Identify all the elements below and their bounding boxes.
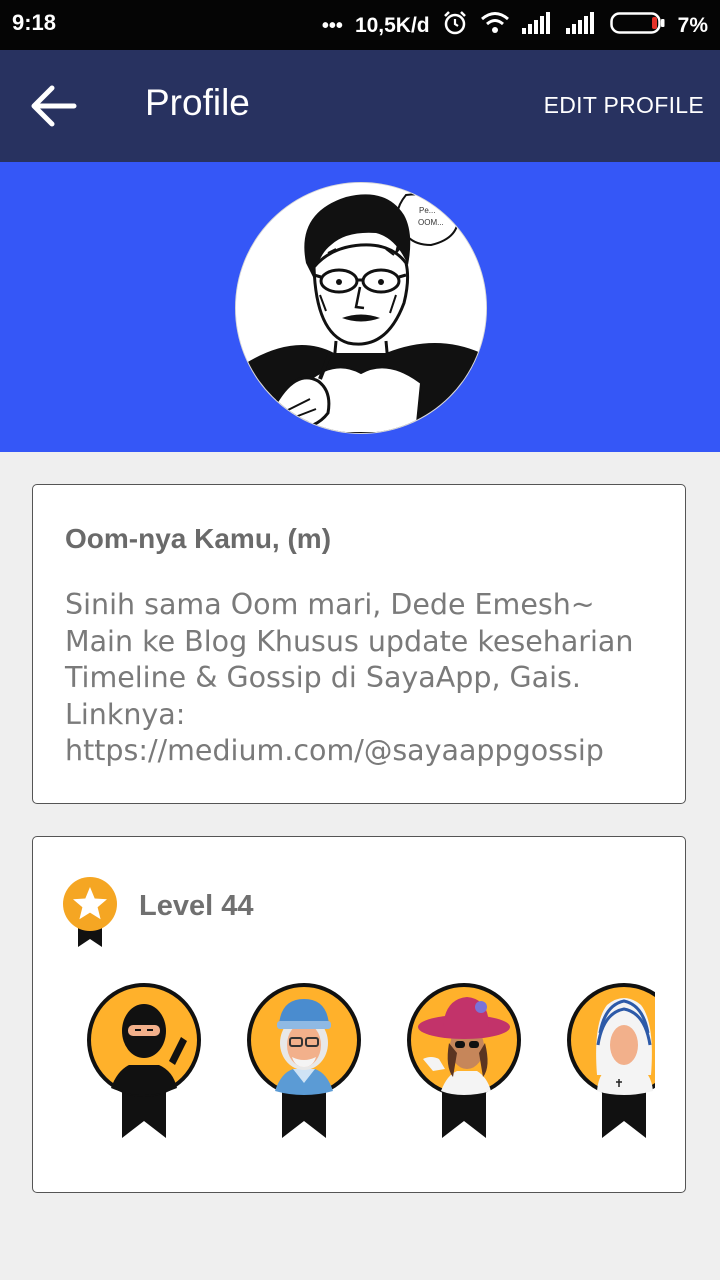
signal-icon xyxy=(521,12,554,40)
page-title: Profile xyxy=(145,82,250,123)
avatar-illustration: Pe... OOM... xyxy=(236,183,486,433)
profile-name: Oom-nya Kamu, (m) xyxy=(65,523,332,554)
profile-bio: Sinih sama Oom mari, Dede Emesh~ Main ke… xyxy=(65,588,634,767)
bio-card: Oom-nya Kamu, (m) Sinih sama Oom mari, D… xyxy=(32,484,686,804)
svg-text:Pe...: Pe... xyxy=(419,206,435,215)
network-speed: 10,5K/d xyxy=(354,14,430,37)
battery-icon xyxy=(609,11,666,41)
wifi-icon xyxy=(480,11,510,41)
level-label: Level 44 xyxy=(139,890,254,922)
status-bar: 9:18 ••• 10,5K/d 7% xyxy=(0,0,720,50)
back-button[interactable] xyxy=(26,80,82,132)
app-bar: Profile EDIT PROFILE xyxy=(0,50,720,162)
signal-icon xyxy=(565,12,598,40)
nun-badge[interactable] xyxy=(567,983,655,1143)
arrow-left-icon xyxy=(31,85,77,127)
star-medal-icon xyxy=(63,877,119,949)
svg-text:OOM...: OOM... xyxy=(418,218,444,227)
grandpa-badge[interactable] xyxy=(247,983,361,1143)
battery-percent: 7% xyxy=(677,14,708,37)
ninja-badge[interactable] xyxy=(87,983,201,1143)
badge-list xyxy=(87,983,655,1143)
status-icons: ••• 10,5K/d 7% xyxy=(322,10,708,42)
notification-dots: ••• xyxy=(321,14,343,37)
avatar[interactable]: Pe... OOM... xyxy=(235,182,487,434)
status-time: 9:18 xyxy=(12,10,57,35)
edit-profile-button[interactable]: EDIT PROFILE xyxy=(544,92,704,119)
lady-hat-badge[interactable] xyxy=(407,983,521,1143)
level-card: Level 44 xyxy=(32,836,686,1193)
alarm-icon xyxy=(442,10,468,42)
